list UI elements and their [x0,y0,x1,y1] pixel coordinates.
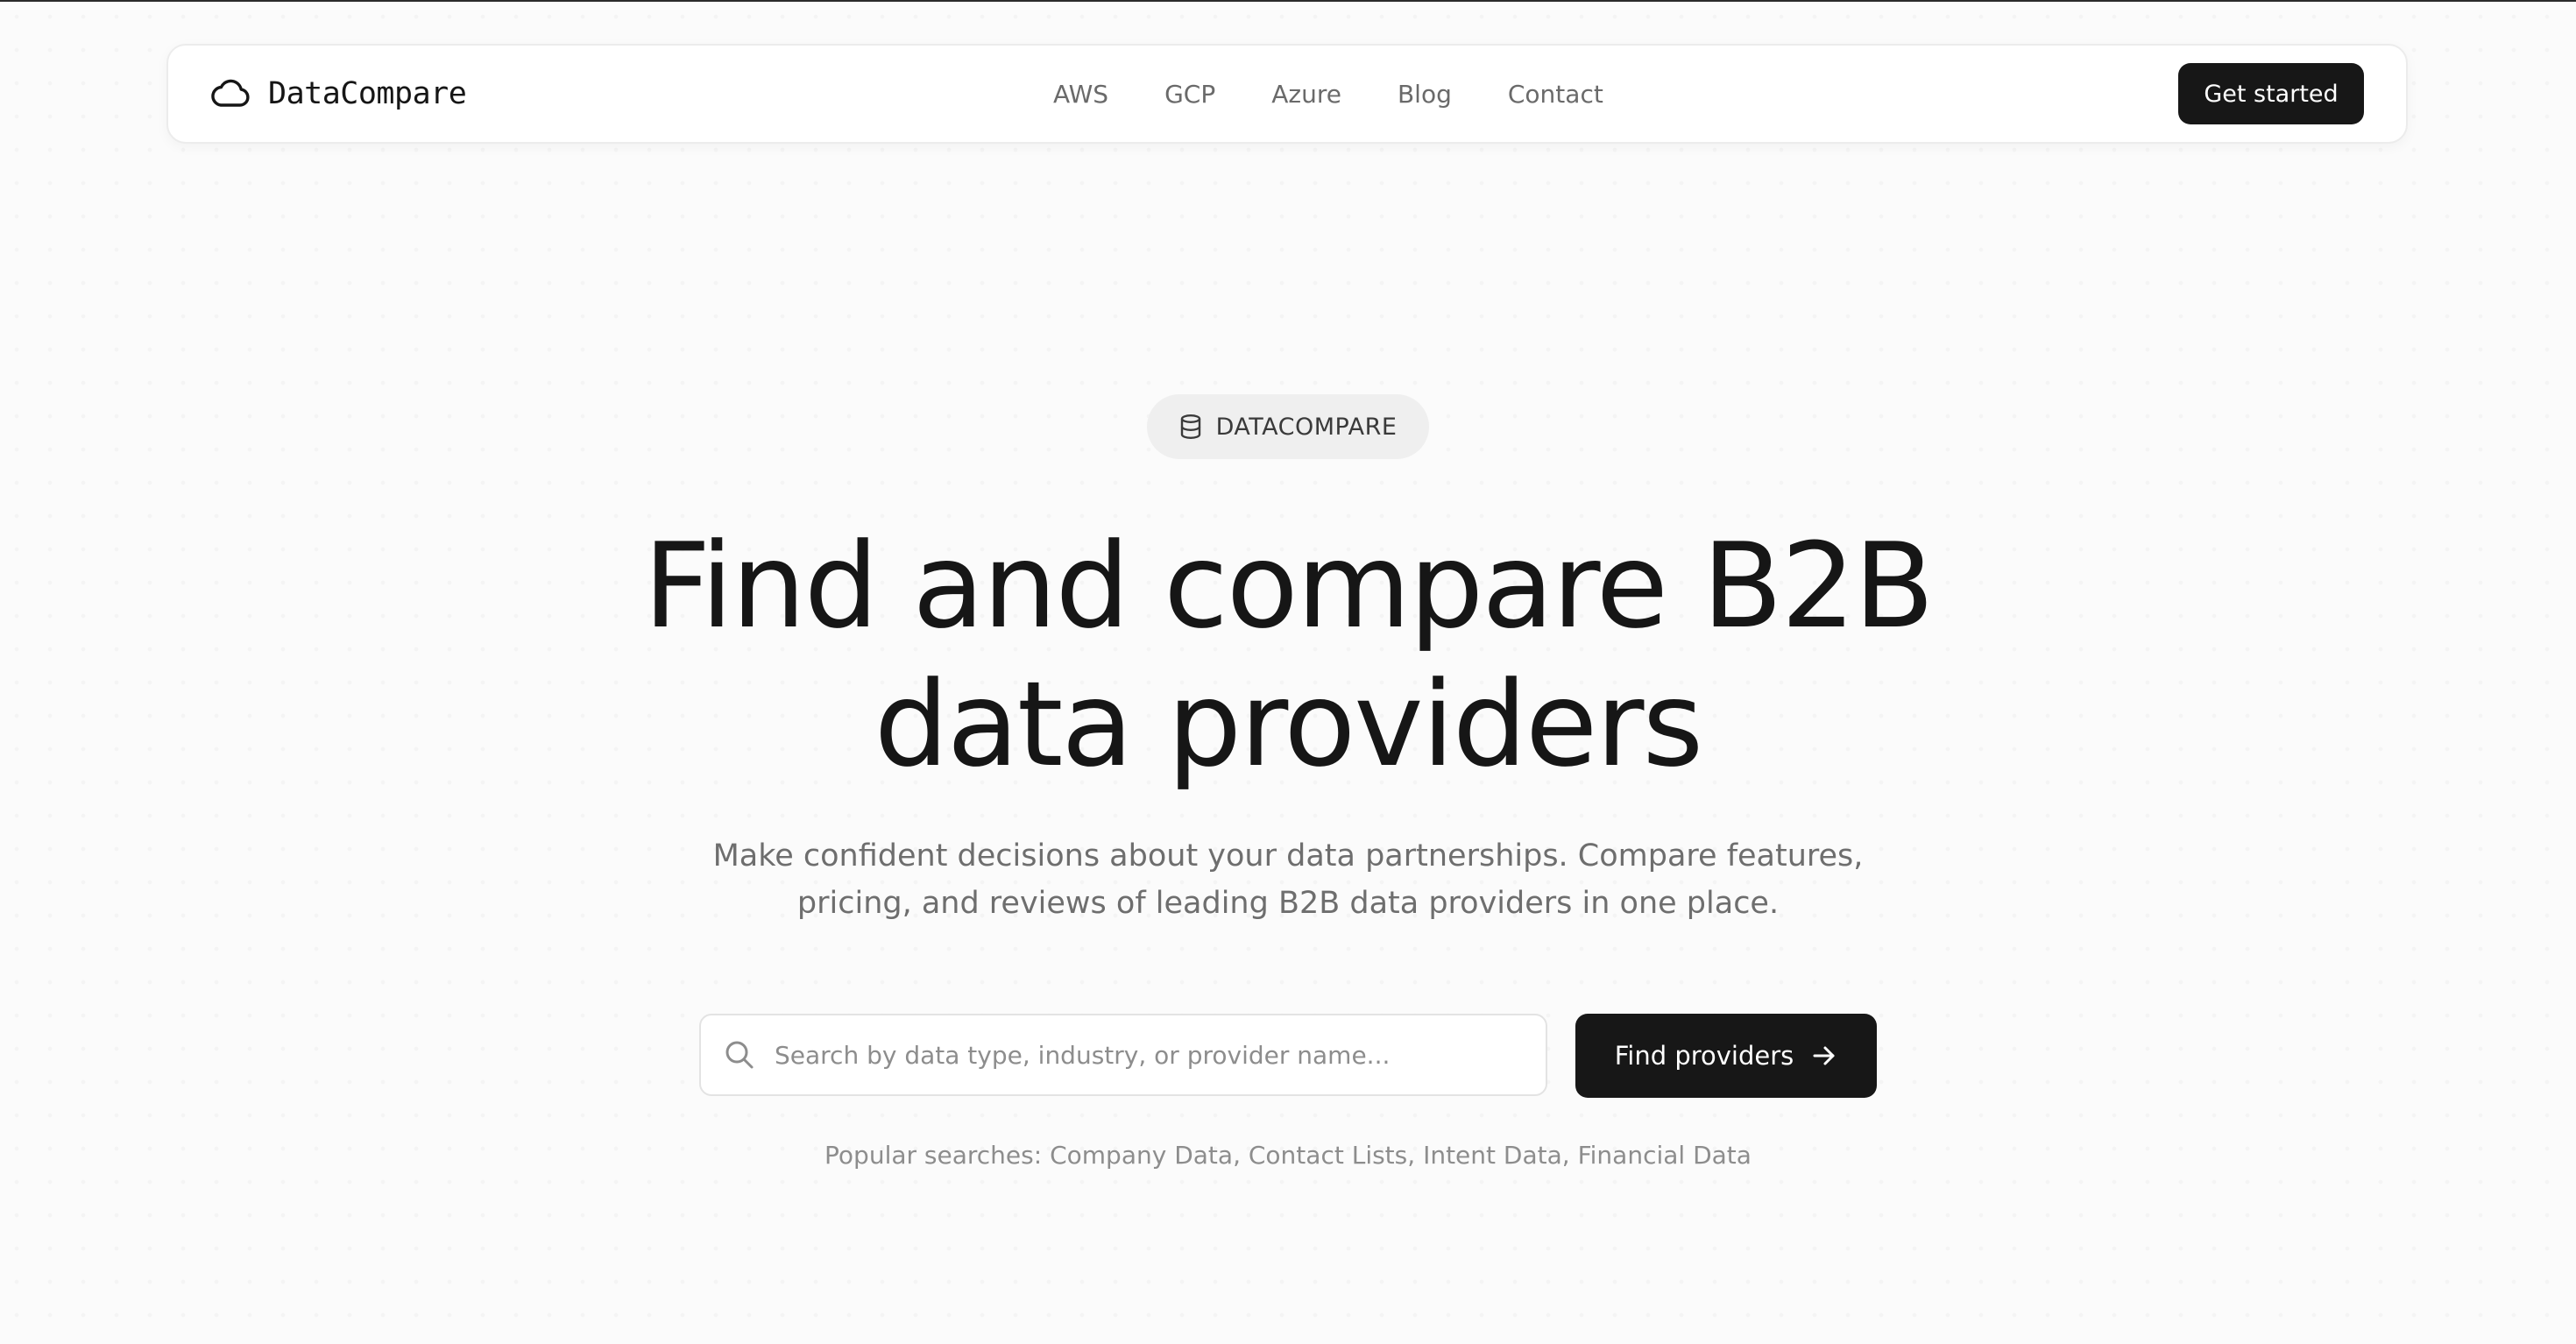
hero-subtitle-line-2: pricing, and reviews of leading B2B data… [796,886,1780,921]
search-box[interactable] [699,1014,1547,1096]
brand-name: DataCompare [268,76,467,111]
nav-link-contact[interactable]: Contact [1508,80,1603,109]
search-input[interactable] [773,1028,1530,1082]
cloud-icon [211,79,250,107]
hero-subtitle-line-1: Make confident decisions about your data… [712,838,1864,874]
top-border [0,0,2576,2]
brand-logo[interactable]: DataCompare [210,46,467,142]
get-started-button[interactable]: Get started [2178,63,2364,124]
badge-label: DATACOMPARE [1215,413,1398,441]
nav-link-gcp[interactable]: GCP [1164,80,1215,109]
nav-link-azure[interactable]: Azure [1271,80,1341,109]
hero-badge: DATACOMPARE [1147,394,1429,459]
hero-title-line-2: data providers [874,656,1704,793]
hero-title: Find and compare B2B data providers [456,517,2120,794]
navbar: DataCompare AWS GCP Azure Blog Contact G… [166,44,2408,144]
nav-link-blog[interactable]: Blog [1398,80,1452,109]
hero-subtitle: Make confident decisions about your data… [675,832,1901,927]
hero-title-line-1: Find and compare B2B [643,518,1934,654]
popular-search-company-data[interactable]: Company Data [1050,1141,1233,1170]
main-nav: AWS GCP Azure Blog Contact [1053,46,1603,142]
nav-link-aws[interactable]: AWS [1053,80,1108,109]
find-providers-label: Find providers [1614,1041,1794,1071]
popular-searches: Popular searches: Company Data, Contact … [824,1141,1752,1170]
popular-search-intent-data[interactable]: Intent Data [1423,1141,1562,1170]
search-icon [725,1041,754,1069]
arrow-right-icon [1813,1046,1835,1065]
popular-searches-prefix: Popular searches: [824,1141,1043,1170]
database-icon [1180,414,1200,440]
find-providers-button[interactable]: Find providers [1575,1014,1877,1098]
popular-search-contact-lists[interactable]: Contact Lists [1249,1141,1407,1170]
popular-search-financial-data[interactable]: Financial Data [1578,1141,1752,1170]
